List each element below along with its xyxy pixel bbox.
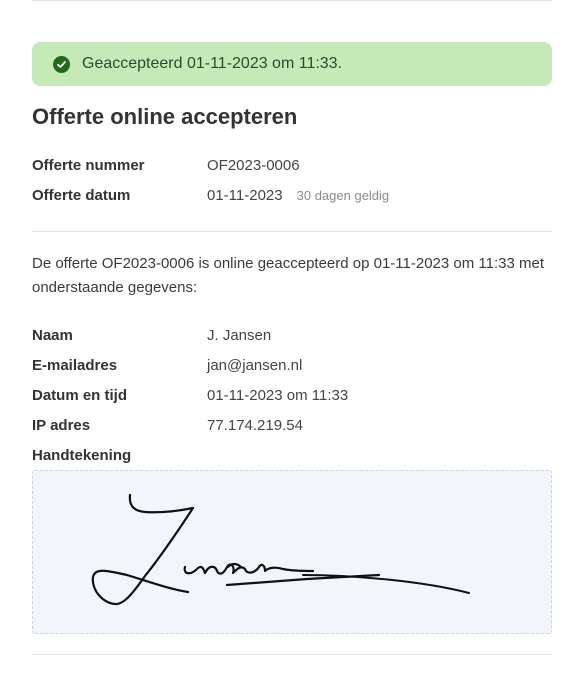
name-row: Naam J. Jansen	[32, 324, 552, 346]
ip-value: 77.174.219.54	[207, 416, 303, 434]
bottom-divider	[32, 654, 552, 655]
email-row: E-mailadres jan@jansen.nl	[32, 354, 552, 376]
signature-label: Handtekening	[32, 446, 132, 464]
quote-date-row: Offerte datum 01-11-2023 30 dagen geldig	[32, 184, 552, 206]
email-label: E-mailadres	[32, 356, 118, 374]
page-title: Offerte online accepteren	[32, 104, 298, 129]
datetime-label: Datum en tijd	[32, 386, 128, 404]
acceptance-statement: De offerte OF2023-0006 is online geaccep…	[32, 255, 544, 296]
quote-validity: 30 dagen geldig	[296, 187, 390, 203]
quote-date-label: Offerte datum	[32, 186, 131, 204]
name-label: Naam	[32, 326, 73, 344]
section-divider	[32, 231, 552, 232]
quote-number-row: Offerte nummer OF2023-0006	[32, 154, 552, 176]
ip-row: IP adres 77.174.219.54	[32, 414, 552, 436]
datetime-row: Datum en tijd 01-11-2023 om 11:33	[32, 384, 552, 406]
success-alert: Geaccepteerd 01-11-2023 om 11:33.	[32, 42, 552, 86]
email-value: jan@jansen.nl	[207, 356, 303, 374]
name-value: J. Jansen	[207, 326, 272, 344]
top-divider	[32, 0, 552, 1]
alert-text: Geaccepteerd 01-11-2023 om 11:33.	[82, 55, 343, 72]
quote-date-value: 01-11-2023	[207, 186, 283, 204]
ip-label: IP adres	[32, 416, 91, 434]
quote-number-value: OF2023-0006	[207, 156, 300, 174]
check-circle-icon	[53, 55, 70, 73]
signature-box	[32, 470, 552, 634]
signature-row: Handtekening	[32, 444, 552, 466]
signature-image	[91, 493, 470, 606]
quote-number-label: Offerte nummer	[32, 156, 145, 174]
datetime-value: 01-11-2023 om 11:33	[207, 386, 349, 404]
